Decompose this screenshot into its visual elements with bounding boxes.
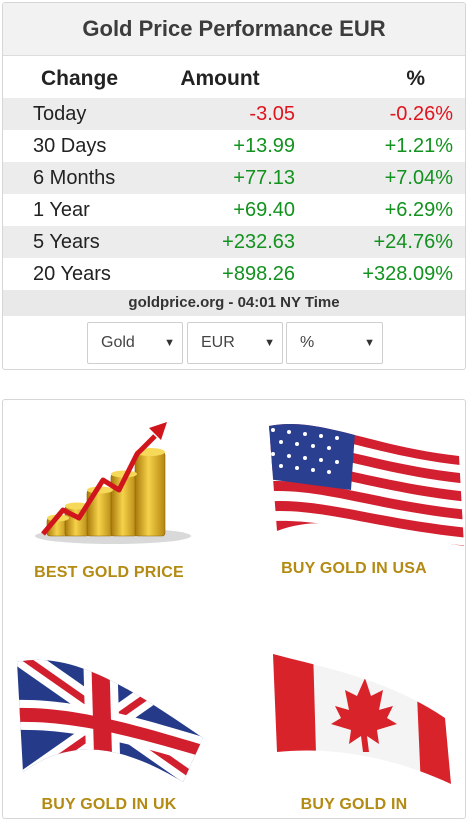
gold-coins-chart-icon bbox=[35, 422, 191, 544]
row-amount: +69.40 bbox=[233, 198, 295, 221]
table-row: Today -3.05 -0.26% bbox=[3, 98, 465, 130]
table-header-row: Change Amount % bbox=[3, 56, 465, 98]
uk-flag-icon bbox=[17, 659, 203, 782]
promo-cards: BEST GOLD PRICE BUY GOLD IN USA BUY GOLD… bbox=[2, 399, 466, 819]
row-amount: +232.63 bbox=[145, 226, 295, 258]
header-percent: % bbox=[406, 67, 425, 90]
row-percent: +1.21% bbox=[384, 134, 453, 157]
currency-select[interactable]: EUR ▼ bbox=[187, 322, 283, 364]
row-period: 1 Year bbox=[33, 198, 90, 221]
row-amount: -3.05 bbox=[145, 98, 295, 130]
buy-gold-usa-card[interactable]: BUY GOLD IN USA bbox=[243, 400, 465, 630]
row-percent: +328.09% bbox=[362, 262, 453, 285]
unit-select[interactable]: % ▼ bbox=[286, 322, 383, 364]
buy-gold-usa-label: BUY GOLD IN USA bbox=[281, 560, 427, 577]
dropdown-arrow-icon: ▼ bbox=[264, 337, 275, 349]
row-period: Today bbox=[3, 98, 145, 130]
dropdown-arrow-icon: ▼ bbox=[364, 337, 375, 349]
buy-gold-canada-card[interactable]: BUY GOLD IN bbox=[243, 630, 465, 818]
widget-title: Gold Price Performance EUR bbox=[3, 3, 465, 56]
best-gold-price-label: BEST GOLD PRICE bbox=[34, 564, 184, 581]
header-amount: Amount bbox=[180, 67, 260, 90]
row-amount: +898.26 bbox=[222, 262, 295, 285]
row-percent: +24.76% bbox=[295, 226, 465, 258]
buy-gold-uk-card[interactable]: BUY GOLD IN UK bbox=[3, 630, 215, 818]
usa-flag-icon bbox=[269, 423, 464, 546]
buy-gold-canada-label: BUY GOLD IN bbox=[300, 796, 408, 813]
currency-select-value: EUR bbox=[201, 334, 235, 351]
selector-bar: Gold ▼ EUR ▼ % ▼ bbox=[3, 316, 465, 366]
metal-select[interactable]: Gold ▼ bbox=[87, 322, 183, 364]
row-percent: +6.29% bbox=[384, 198, 453, 221]
row-period: 30 Days bbox=[33, 134, 107, 157]
canada-flag-icon bbox=[273, 654, 451, 784]
row-percent: -0.26% bbox=[295, 98, 465, 130]
table-row: 5 Years +232.63 +24.76% bbox=[3, 226, 465, 258]
best-gold-price-card[interactable]: BEST GOLD PRICE bbox=[3, 400, 215, 630]
row-amount: +13.99 bbox=[233, 134, 295, 157]
row-percent: +7.04% bbox=[295, 162, 465, 194]
table-row: 1 Year +69.40 +6.29% bbox=[3, 194, 465, 226]
header-change: Change bbox=[41, 67, 119, 90]
dropdown-arrow-icon: ▼ bbox=[164, 337, 175, 349]
row-period: 5 Years bbox=[3, 226, 145, 258]
buy-gold-uk-label: BUY GOLD IN UK bbox=[41, 796, 177, 813]
row-period: 20 Years bbox=[33, 262, 111, 285]
source-timestamp: goldprice.org - 04:01 NY Time bbox=[3, 290, 465, 316]
unit-select-value: % bbox=[300, 334, 315, 351]
table-row: 6 Months +77.13 +7.04% bbox=[3, 162, 465, 194]
row-period: 6 Months bbox=[3, 162, 145, 194]
gold-performance-widget: Gold Price Performance EUR Change Amount… bbox=[2, 2, 466, 370]
row-amount: +77.13 bbox=[145, 162, 295, 194]
performance-table: Change Amount % Today -3.05 -0.26% 30 Days +… bbox=[3, 56, 465, 290]
table-row: 30 Days +13.99 +1.21% bbox=[3, 130, 465, 162]
metal-select-value: Gold bbox=[101, 334, 135, 351]
table-row: 20 Years +898.26 +328.09% bbox=[3, 258, 465, 290]
